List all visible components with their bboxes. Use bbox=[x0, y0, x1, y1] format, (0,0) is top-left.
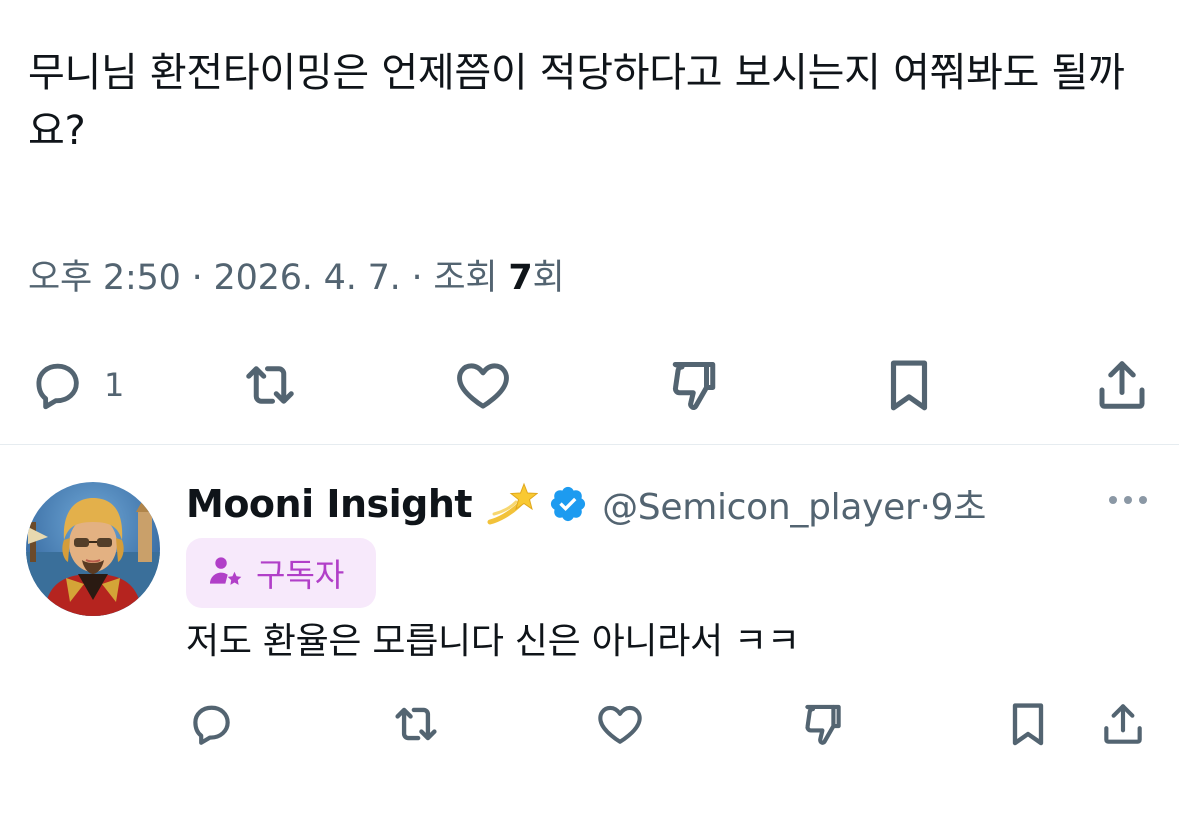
downvote-button[interactable] bbox=[664, 350, 724, 420]
share-icon bbox=[1092, 355, 1152, 415]
bookmark-icon bbox=[878, 354, 940, 416]
reply-time: 9초 bbox=[930, 487, 987, 528]
bookmark-button[interactable] bbox=[878, 350, 940, 420]
heart-icon bbox=[594, 698, 646, 750]
reply-count: 1 bbox=[104, 366, 125, 404]
reply-icon bbox=[186, 699, 236, 749]
meta-separator: · bbox=[191, 258, 214, 298]
repost-icon bbox=[240, 355, 300, 415]
more-icon[interactable] bbox=[1109, 496, 1147, 504]
downvote-button[interactable] bbox=[798, 696, 848, 752]
repost-button[interactable] bbox=[240, 350, 300, 420]
tweet-meta: 오후 2:50 · 2026. 4. 7. · 조회 7회 bbox=[28, 255, 565, 301]
tweet-time: 오후 2:50 bbox=[28, 258, 181, 298]
thumbs-down-icon bbox=[664, 355, 724, 415]
display-name[interactable]: Mooni Insight bbox=[186, 482, 473, 526]
views-label[interactable]: 조회 bbox=[433, 258, 508, 298]
views-count[interactable]: 7 bbox=[508, 258, 532, 298]
repost-button[interactable] bbox=[390, 696, 442, 752]
tweet-text: 무니님 환전타이밍은 언제쯤이 적당하다고 보시는지 여쭤봐도 될까요? bbox=[28, 50, 1125, 154]
reply-icon bbox=[28, 356, 86, 414]
like-button[interactable] bbox=[452, 350, 514, 420]
share-button[interactable] bbox=[1098, 696, 1148, 752]
badge-label: 구독자 bbox=[256, 556, 345, 594]
heart-icon bbox=[452, 354, 514, 416]
reply-action-bar bbox=[0, 696, 1179, 752]
subscriber-badge[interactable]: 구독자 bbox=[186, 538, 376, 608]
verified-badge-icon bbox=[548, 484, 588, 524]
reply-button[interactable] bbox=[186, 696, 236, 752]
reply-button[interactable]: 1 bbox=[28, 350, 124, 420]
bookmark-button[interactable] bbox=[1002, 696, 1054, 752]
dizzy-star-emoji bbox=[486, 480, 539, 528]
reply-tweet[interactable]: Mooni Insight @Semicon_player·9초 구독자 저도 … bbox=[0, 446, 1179, 823]
bookmark-icon bbox=[1002, 698, 1054, 750]
reply-header: Mooni Insight @Semicon_player·9초 bbox=[186, 476, 986, 532]
divider bbox=[0, 444, 1179, 445]
repost-icon bbox=[390, 698, 442, 750]
views-unit: 회 bbox=[532, 258, 565, 298]
handle[interactable]: @Semicon_player·9초 bbox=[602, 478, 986, 530]
tweet-action-bar: 1 bbox=[0, 350, 1179, 420]
meta-separator: · bbox=[411, 258, 434, 298]
like-button[interactable] bbox=[594, 696, 646, 752]
meta-separator: · bbox=[919, 487, 931, 528]
tweet-date: 2026. 4. 7. bbox=[213, 258, 401, 298]
thumbs-down-icon bbox=[798, 699, 848, 749]
share-button[interactable] bbox=[1092, 350, 1152, 420]
share-icon bbox=[1098, 699, 1148, 749]
tweet-detail: 무니님 환전타이밍은 언제쯤이 적당하다고 보시는지 여쭤봐도 될까요? 오후 … bbox=[0, 0, 1179, 823]
handle-text: @Semicon_player bbox=[602, 487, 920, 528]
avatar[interactable] bbox=[26, 482, 160, 616]
reply-text: 저도 환율은 모릅니다 신은 아니라서 ㅋㅋ bbox=[186, 621, 800, 662]
subscriber-icon bbox=[206, 552, 244, 594]
